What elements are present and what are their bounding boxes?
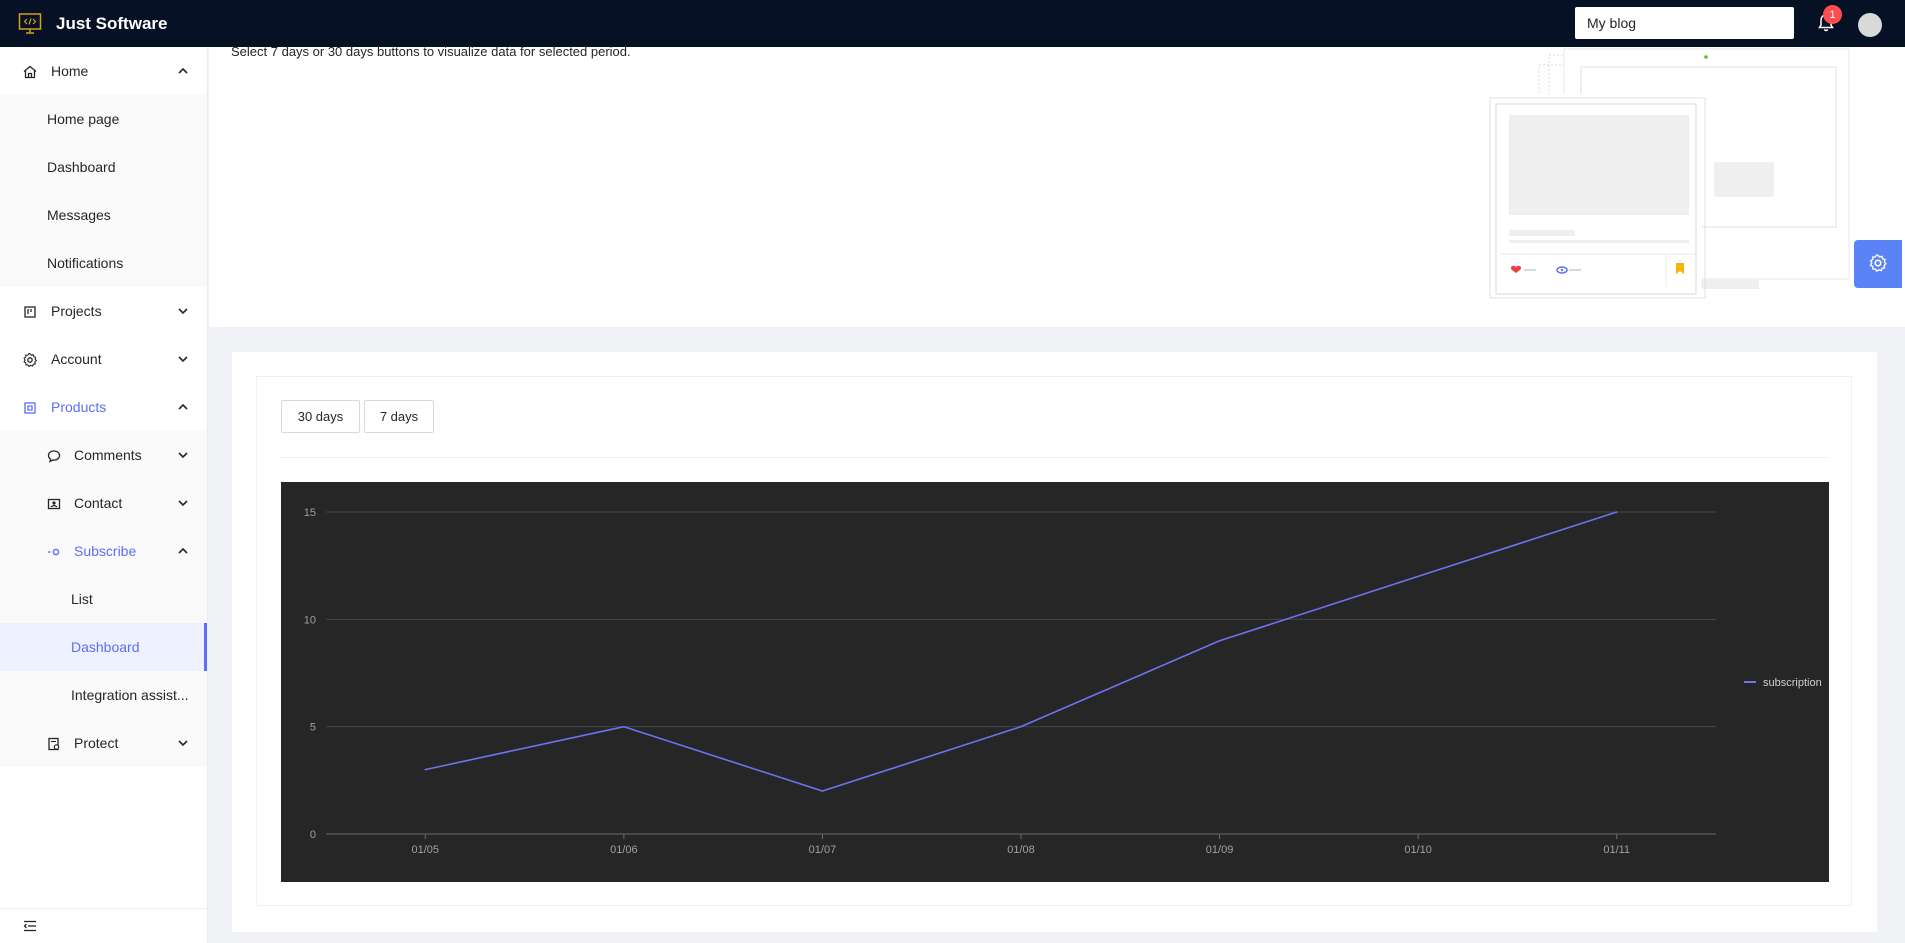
- sidebar-item-messages[interactable]: Messages: [0, 191, 207, 239]
- sidebar-item-label: Notifications: [47, 255, 124, 271]
- chevron-up-icon: [176, 544, 190, 558]
- project-icon: [22, 304, 38, 320]
- chevron-down-icon: [176, 448, 190, 462]
- sidebar-item-products[interactable]: Products: [0, 383, 208, 431]
- home-icon: [22, 64, 38, 80]
- sidebar-item-contact[interactable]: Contact: [0, 479, 207, 527]
- sidebar-item-label: List: [71, 591, 93, 607]
- sidebar-item-label: Integration assist...: [71, 687, 189, 703]
- subscribe-icon: [46, 544, 62, 560]
- sidebar-item-protect[interactable]: Protect: [0, 719, 207, 767]
- legend-label: subscription: [1763, 677, 1822, 689]
- data-point: [1615, 511, 1618, 513]
- sidebar-item-list[interactable]: List: [0, 575, 207, 623]
- sidebar-item-home-page[interactable]: Home page: [0, 95, 207, 143]
- sidebar-item-label: Account: [51, 351, 102, 367]
- notification-badge: 1: [1823, 5, 1842, 24]
- sidebar: Home Home page Dashboard Messages Notifi…: [0, 47, 208, 943]
- y-tick-label: 0: [310, 829, 316, 841]
- y-tick-label: 5: [310, 722, 316, 734]
- y-tick-label: 10: [304, 614, 316, 626]
- sidebar-item-home[interactable]: Home: [0, 47, 208, 95]
- subscription-chart: 0 5 10 15 01/05 01/06 01/07 01/08 01/09 01/10 01/1…: [281, 482, 1829, 882]
- dashboard-illustration: [1486, 48, 1850, 299]
- protect-icon: [46, 736, 62, 752]
- monitor-code-icon: [18, 12, 42, 36]
- data-point: [821, 790, 824, 792]
- sidebar-item-account[interactable]: Account: [0, 335, 208, 383]
- avatar[interactable]: [1858, 13, 1882, 37]
- sidebar-item-label: Home: [51, 63, 89, 79]
- data-point: [623, 725, 625, 728]
- app-title: Just Software: [56, 13, 168, 33]
- card-divider: [280, 457, 1828, 458]
- x-tick-label: 01/07: [809, 844, 837, 856]
- 30-days-button[interactable]: 30 days: [281, 400, 360, 433]
- y-tick-label: 15: [304, 507, 316, 519]
- chevron-up-icon: [176, 64, 190, 78]
- data-point: [1218, 640, 1221, 642]
- series-line-subscription: [425, 511, 1617, 792]
- chevron-down-icon: [176, 304, 190, 318]
- blog-selector-value: My blog: [1587, 15, 1637, 31]
- sidebar-item-label: Comments: [74, 447, 142, 463]
- top-bar: Just Software My blog 1: [0, 0, 1905, 47]
- x-tick-label: 01/08: [1007, 844, 1035, 856]
- sidebar-item-integration-assistant[interactable]: Integration assist...: [0, 671, 207, 719]
- sidebar-item-subscribe-dashboard[interactable]: Dashboard: [0, 623, 207, 671]
- sidebar-item-label: Subscribe: [74, 543, 137, 559]
- data-point: [1417, 575, 1419, 578]
- data-point: [1020, 725, 1022, 728]
- sidebar-item-label: Contact: [74, 495, 123, 511]
- sidebar-item-label: Dashboard: [47, 159, 116, 175]
- blog-selector[interactable]: My blog: [1575, 7, 1794, 39]
- chevron-down-icon: [176, 496, 190, 510]
- x-tick-label: 01/10: [1404, 844, 1432, 856]
- data-point: [424, 768, 427, 771]
- sidebar-item-label: Projects: [51, 303, 102, 319]
- app-logo[interactable]: Just Software: [18, 12, 167, 36]
- 7-days-button[interactable]: 7 days: [364, 400, 434, 433]
- sidebar-item-comments[interactable]: Comments: [0, 431, 207, 479]
- comment-icon: [46, 448, 62, 464]
- chevron-down-icon: [176, 352, 190, 366]
- gear-icon: [1868, 253, 1888, 276]
- sidebar-item-label: Home page: [47, 111, 120, 127]
- x-tick-label: 01/05: [412, 844, 440, 856]
- home-submenu: Home page Dashboard Messages Notificatio…: [0, 95, 207, 287]
- sidebar-item-label: Dashboard: [71, 639, 140, 655]
- chevron-up-icon: [176, 400, 190, 414]
- sidebar-item-label: Protect: [74, 735, 119, 751]
- x-tick-label: 01/09: [1206, 844, 1234, 856]
- sidebar-item-projects[interactable]: Projects: [0, 287, 208, 335]
- settings-button[interactable]: [1854, 240, 1902, 288]
- sidebar-item-notifications[interactable]: Notifications: [0, 239, 207, 287]
- chevron-down-icon: [176, 736, 190, 750]
- sidebar-item-label: Products: [51, 399, 107, 415]
- contact-card-icon: [46, 496, 62, 512]
- x-tick-label: 01/11: [1603, 844, 1630, 856]
- page-description: Select 7 days or 30 days buttons to visu…: [231, 44, 631, 59]
- sidebar-item-subscribe[interactable]: Subscribe: [0, 527, 207, 575]
- gear-icon: [22, 352, 38, 368]
- line-chart: 0 5 10 15 01/05 01/06 01/07 01/08 01/09 01/10 01/1…: [304, 507, 1822, 856]
- sidebar-item-label: Messages: [47, 207, 111, 223]
- x-tick-label: 01/06: [610, 844, 638, 856]
- sidebar-item-dashboard[interactable]: Dashboard: [0, 143, 207, 191]
- products-submenu: Comments Contact Subscribe List Dashboar…: [0, 431, 207, 767]
- product-icon: [22, 400, 38, 416]
- page-header: Select 7 days or 30 days buttons to visu…: [209, 44, 1905, 327]
- menu-collapse-icon[interactable]: [22, 918, 38, 934]
- sidebar-divider: [0, 908, 207, 909]
